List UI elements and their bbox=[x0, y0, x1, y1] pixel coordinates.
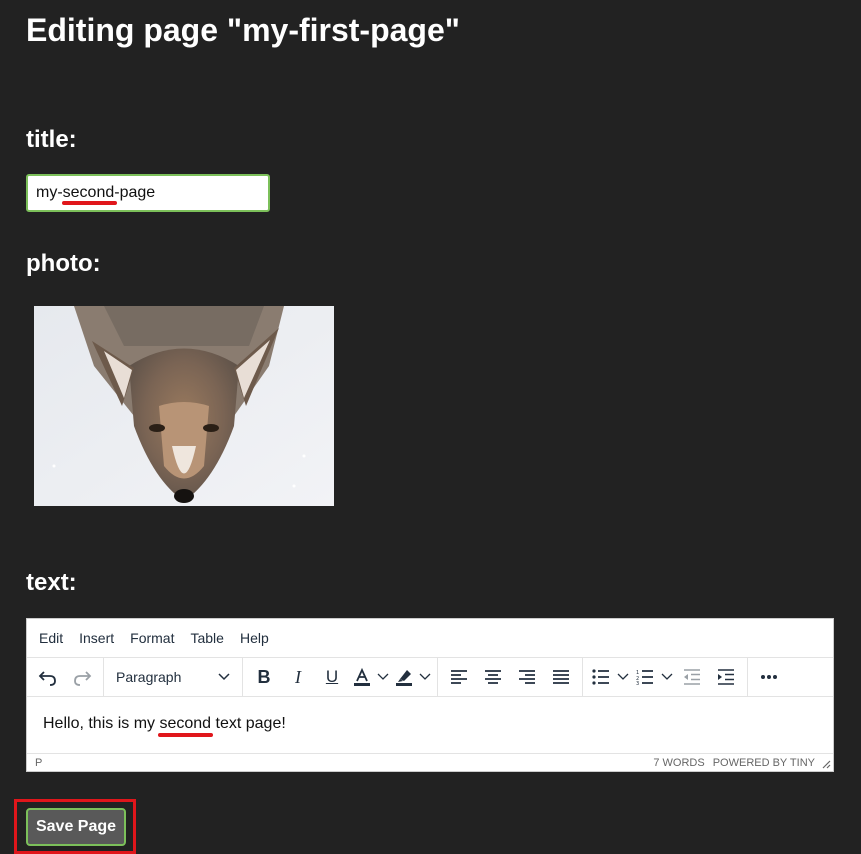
editor-toolbar: Paragraph B I U 1 2 3 bbox=[27, 658, 833, 697]
title-input[interactable] bbox=[26, 174, 270, 212]
text-color-icon bbox=[354, 667, 370, 686]
text-label: text: bbox=[26, 569, 77, 596]
menu-table[interactable]: Table bbox=[182, 619, 231, 657]
editor-content[interactable]: Hello, this is my second text page! bbox=[27, 697, 833, 753]
align-left-icon bbox=[451, 670, 467, 684]
undo-button[interactable] bbox=[31, 660, 65, 694]
bullet-list-dropdown[interactable] bbox=[615, 660, 631, 694]
bold-icon: B bbox=[257, 666, 271, 687]
rich-text-editor: Edit Insert Format Table Help Paragraph … bbox=[26, 618, 834, 772]
chevron-down-icon bbox=[419, 673, 431, 680]
align-right-icon bbox=[519, 670, 535, 684]
chevron-down-icon bbox=[377, 673, 389, 680]
more-icon bbox=[761, 675, 777, 679]
numbered-list-button[interactable]: 123 bbox=[631, 660, 659, 694]
menu-help[interactable]: Help bbox=[232, 619, 277, 657]
underline-button[interactable]: U bbox=[315, 660, 349, 694]
svg-text:3: 3 bbox=[636, 681, 639, 685]
spellcheck-underline bbox=[158, 733, 213, 737]
text-color-dropdown[interactable] bbox=[375, 660, 391, 694]
block-format-value: Paragraph bbox=[116, 669, 182, 685]
editor-menubar: Edit Insert Format Table Help bbox=[27, 619, 833, 658]
editor-statusbar: p 7 words Powered by Tiny bbox=[27, 753, 833, 771]
save-page-button[interactable]: Save Page bbox=[26, 808, 126, 846]
text-color-button[interactable] bbox=[349, 660, 375, 694]
bullet-list-icon bbox=[592, 669, 609, 685]
coyote-photo bbox=[34, 306, 334, 506]
block-format-select[interactable]: Paragraph bbox=[108, 660, 238, 694]
align-center-button[interactable] bbox=[476, 660, 510, 694]
title-label: title: bbox=[26, 126, 77, 153]
highlight-dropdown[interactable] bbox=[417, 660, 433, 694]
content-text-start: Hello, this is my bbox=[43, 715, 160, 732]
word-count[interactable]: 7 words bbox=[653, 757, 704, 769]
align-left-button[interactable] bbox=[442, 660, 476, 694]
align-center-icon bbox=[485, 670, 501, 684]
redo-icon bbox=[74, 671, 92, 686]
menu-format[interactable]: Format bbox=[122, 619, 182, 657]
bold-button[interactable]: B bbox=[247, 660, 281, 694]
chevron-down-icon bbox=[218, 673, 230, 681]
menu-edit[interactable]: Edit bbox=[31, 619, 71, 657]
resize-handle-icon[interactable] bbox=[821, 759, 831, 769]
justify-icon bbox=[553, 670, 569, 684]
align-right-button[interactable] bbox=[510, 660, 544, 694]
redo-button[interactable] bbox=[65, 660, 99, 694]
chevron-down-icon bbox=[617, 673, 629, 680]
italic-button[interactable]: I bbox=[281, 660, 315, 694]
more-button[interactable] bbox=[752, 660, 786, 694]
page-title: Editing page "my-first-page" bbox=[26, 12, 460, 48]
undo-icon bbox=[38, 671, 56, 686]
italic-icon: I bbox=[295, 666, 301, 687]
outdent-button[interactable] bbox=[675, 660, 709, 694]
underline-icon: U bbox=[325, 667, 339, 686]
photo-label: photo: bbox=[26, 250, 101, 277]
element-path[interactable]: p bbox=[35, 757, 42, 769]
menu-insert[interactable]: Insert bbox=[71, 619, 122, 657]
indent-icon bbox=[718, 669, 734, 685]
numbered-list-icon: 123 bbox=[636, 670, 653, 685]
spellcheck-underline bbox=[62, 201, 117, 205]
indent-button[interactable] bbox=[709, 660, 743, 694]
content-text-end: text page! bbox=[211, 715, 286, 732]
highlight-icon bbox=[396, 670, 412, 686]
highlight-button[interactable] bbox=[391, 660, 417, 694]
outdent-icon bbox=[684, 669, 700, 685]
misspelled-word: second bbox=[159, 715, 212, 732]
numbered-list-dropdown[interactable] bbox=[659, 660, 675, 694]
chevron-down-icon bbox=[661, 673, 673, 680]
justify-button[interactable] bbox=[544, 660, 578, 694]
bullet-list-button[interactable] bbox=[587, 660, 615, 694]
powered-by-tiny[interactable]: Powered by Tiny bbox=[713, 757, 815, 769]
